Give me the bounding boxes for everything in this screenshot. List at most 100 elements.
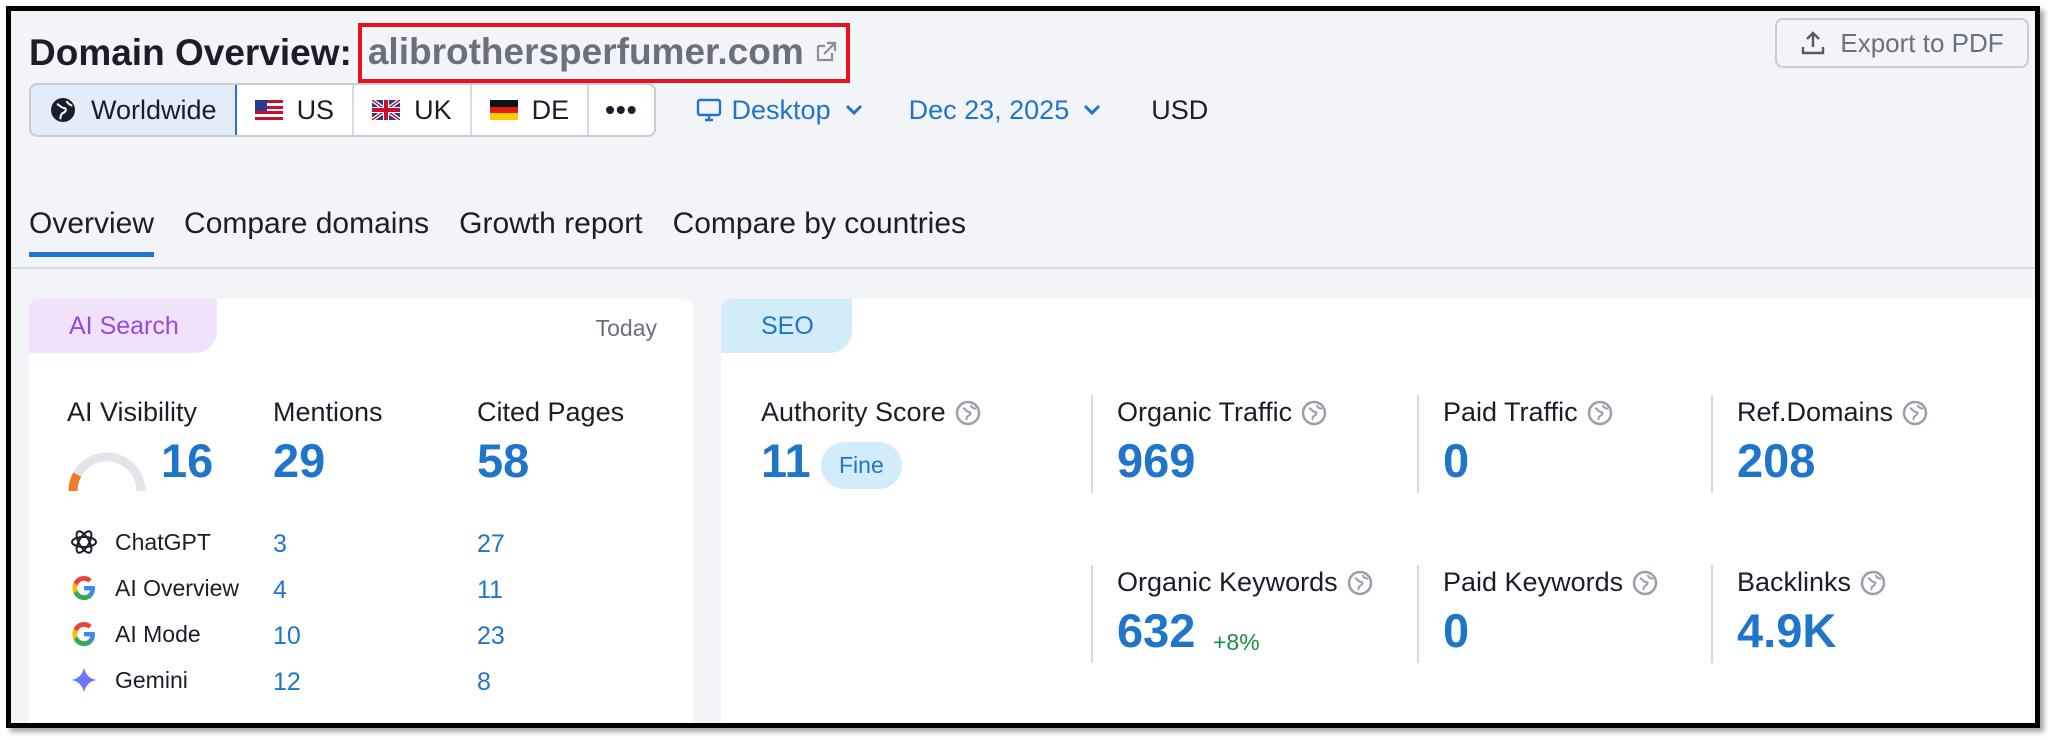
paid-keywords-label-text: Paid Keywords (1443, 567, 1624, 597)
db-worldwide[interactable]: Worldwide (30, 85, 237, 135)
authority-score-value[interactable]: 11 (761, 433, 811, 488)
database-selector: Worldwide US UK DE ••• (29, 83, 656, 137)
globe-info-icon[interactable] (1346, 569, 1374, 597)
desktop-icon (696, 98, 721, 122)
paid-traffic-label-text: Paid Traffic (1443, 397, 1578, 427)
screenshot-frame: Domain Overview: alibrothersperfumer.com… (6, 6, 2040, 728)
backlinks-label-text: Backlinks (1737, 567, 1852, 597)
ref-domains-value[interactable]: 208 (1737, 433, 1815, 488)
divider (1711, 565, 1713, 663)
organic-traffic-label: Organic Traffic (1117, 397, 1328, 428)
period-label: Today (595, 315, 657, 341)
divider (1091, 565, 1093, 663)
ai-visibility-value[interactable]: 16 (161, 433, 213, 488)
engine-name: AI Mode (115, 620, 201, 647)
engine-row-ai-overview: AI Overview (67, 571, 239, 605)
domain-link[interactable]: alibrothersperfumer.com (368, 31, 804, 73)
db-worldwide-label: Worldwide (91, 94, 217, 125)
engine-cited[interactable]: 11 (477, 576, 503, 605)
organic-keywords-change: +8% (1213, 629, 1260, 655)
divider (1417, 395, 1419, 493)
db-us-label: US (296, 94, 335, 125)
domain-highlight-box: alibrothersperfumer.com (357, 23, 850, 83)
db-uk[interactable]: UK (354, 85, 472, 135)
tab-growth-report[interactable]: Growth report (459, 207, 642, 255)
engine-row-gemini: Gemini (67, 663, 188, 697)
chevron-down-icon (1084, 104, 1101, 116)
ai-search-tag: AI Search (29, 299, 217, 353)
authority-score-label-text: Authority Score (761, 397, 946, 427)
engine-mentions[interactable]: 12 (273, 668, 301, 697)
export-pdf-label: Export to PDF (1840, 27, 2004, 58)
tab-compare-domains[interactable]: Compare domains (184, 207, 429, 255)
divider (1417, 565, 1419, 663)
ai-visibility-gauge (68, 452, 146, 492)
paid-keywords-label: Paid Keywords (1443, 567, 1659, 598)
divider (1091, 395, 1093, 493)
divider (1711, 395, 1713, 493)
backlinks-value[interactable]: 4.9K (1737, 603, 1836, 658)
date-dropdown[interactable]: Dec 23, 2025 (909, 95, 1102, 126)
ref-domains-label-text: Ref.Domains (1737, 397, 1894, 427)
authority-score-label: Authority Score (761, 397, 982, 428)
backlinks-label: Backlinks (1737, 567, 1887, 598)
ai-search-card: AI Search Today AI Visibility Mentions C… (29, 299, 693, 723)
paid-traffic-label: Paid Traffic (1443, 397, 1614, 428)
db-uk-label: UK (414, 94, 452, 125)
upload-icon (1802, 31, 1825, 55)
organic-keywords-value[interactable]: 632 (1117, 603, 1195, 658)
engine-row-chatgpt: ChatGPT (67, 525, 211, 559)
more-databases-button[interactable]: ••• (589, 85, 653, 135)
tabs-divider (11, 267, 2035, 269)
engine-name: AI Overview (115, 574, 239, 601)
globe-info-icon[interactable] (1300, 399, 1328, 427)
chatgpt-icon (67, 525, 101, 559)
db-de[interactable]: DE (472, 85, 590, 135)
us-flag-icon (254, 100, 283, 120)
engine-mentions[interactable]: 3 (273, 530, 287, 559)
tab-compare-by-countries[interactable]: Compare by countries (673, 207, 966, 255)
engine-cited[interactable]: 8 (477, 668, 491, 697)
organic-keywords-label-text: Organic Keywords (1117, 567, 1338, 597)
ref-domains-label: Ref.Domains (1737, 397, 1929, 428)
seo-tag: SEO (721, 299, 852, 353)
engine-mentions[interactable]: 10 (273, 622, 301, 651)
cited-pages-label: Cited Pages (477, 397, 625, 427)
filter-row: Worldwide US UK DE ••• Desktop Dec 23, 2… (29, 83, 1208, 137)
tab-overview[interactable]: Overview (29, 207, 155, 257)
engine-row-ai-mode: AI Mode (67, 617, 201, 651)
mentions-value[interactable]: 29 (273, 433, 325, 488)
google-icon (67, 617, 101, 651)
organic-traffic-value[interactable]: 969 (1117, 433, 1195, 488)
globe-info-icon[interactable] (1631, 569, 1659, 597)
engine-mentions[interactable]: 4 (273, 576, 287, 605)
de-flag-icon (489, 100, 518, 120)
uk-flag-icon (372, 100, 401, 120)
external-link-icon[interactable] (814, 40, 838, 64)
export-pdf-button[interactable]: Export to PDF (1775, 18, 2029, 68)
title-row: Domain Overview: alibrothersperfumer.com (29, 23, 850, 83)
tab-bar: Overview Compare domains Growth report C… (29, 207, 996, 257)
device-dropdown[interactable]: Desktop (696, 95, 863, 126)
globe-info-icon[interactable] (1586, 399, 1614, 427)
engine-name: Gemini (115, 666, 188, 693)
date-label: Dec 23, 2025 (908, 94, 1070, 125)
seo-card: SEO Authority Score 11 Fine Organic Traf… (721, 299, 2035, 723)
engine-cited[interactable]: 27 (477, 530, 505, 559)
db-de-label: DE (531, 94, 570, 125)
globe-info-icon[interactable] (1901, 399, 1929, 427)
authority-badge: Fine (821, 442, 902, 489)
cited-pages-value[interactable]: 58 (477, 433, 529, 488)
paid-keywords-value[interactable]: 0 (1443, 603, 1469, 658)
mentions-label: Mentions (273, 397, 383, 427)
db-us[interactable]: US (237, 85, 355, 135)
globe-info-icon[interactable] (1859, 569, 1887, 597)
paid-traffic-value[interactable]: 0 (1443, 433, 1469, 488)
gemini-icon (67, 663, 101, 697)
currency-label: USD (1151, 94, 1209, 125)
google-icon (67, 571, 101, 605)
globe-info-icon[interactable] (954, 399, 982, 427)
organic-keywords-label: Organic Keywords (1117, 567, 1374, 598)
engine-cited[interactable]: 23 (477, 622, 505, 651)
organic-traffic-label-text: Organic Traffic (1117, 397, 1293, 427)
